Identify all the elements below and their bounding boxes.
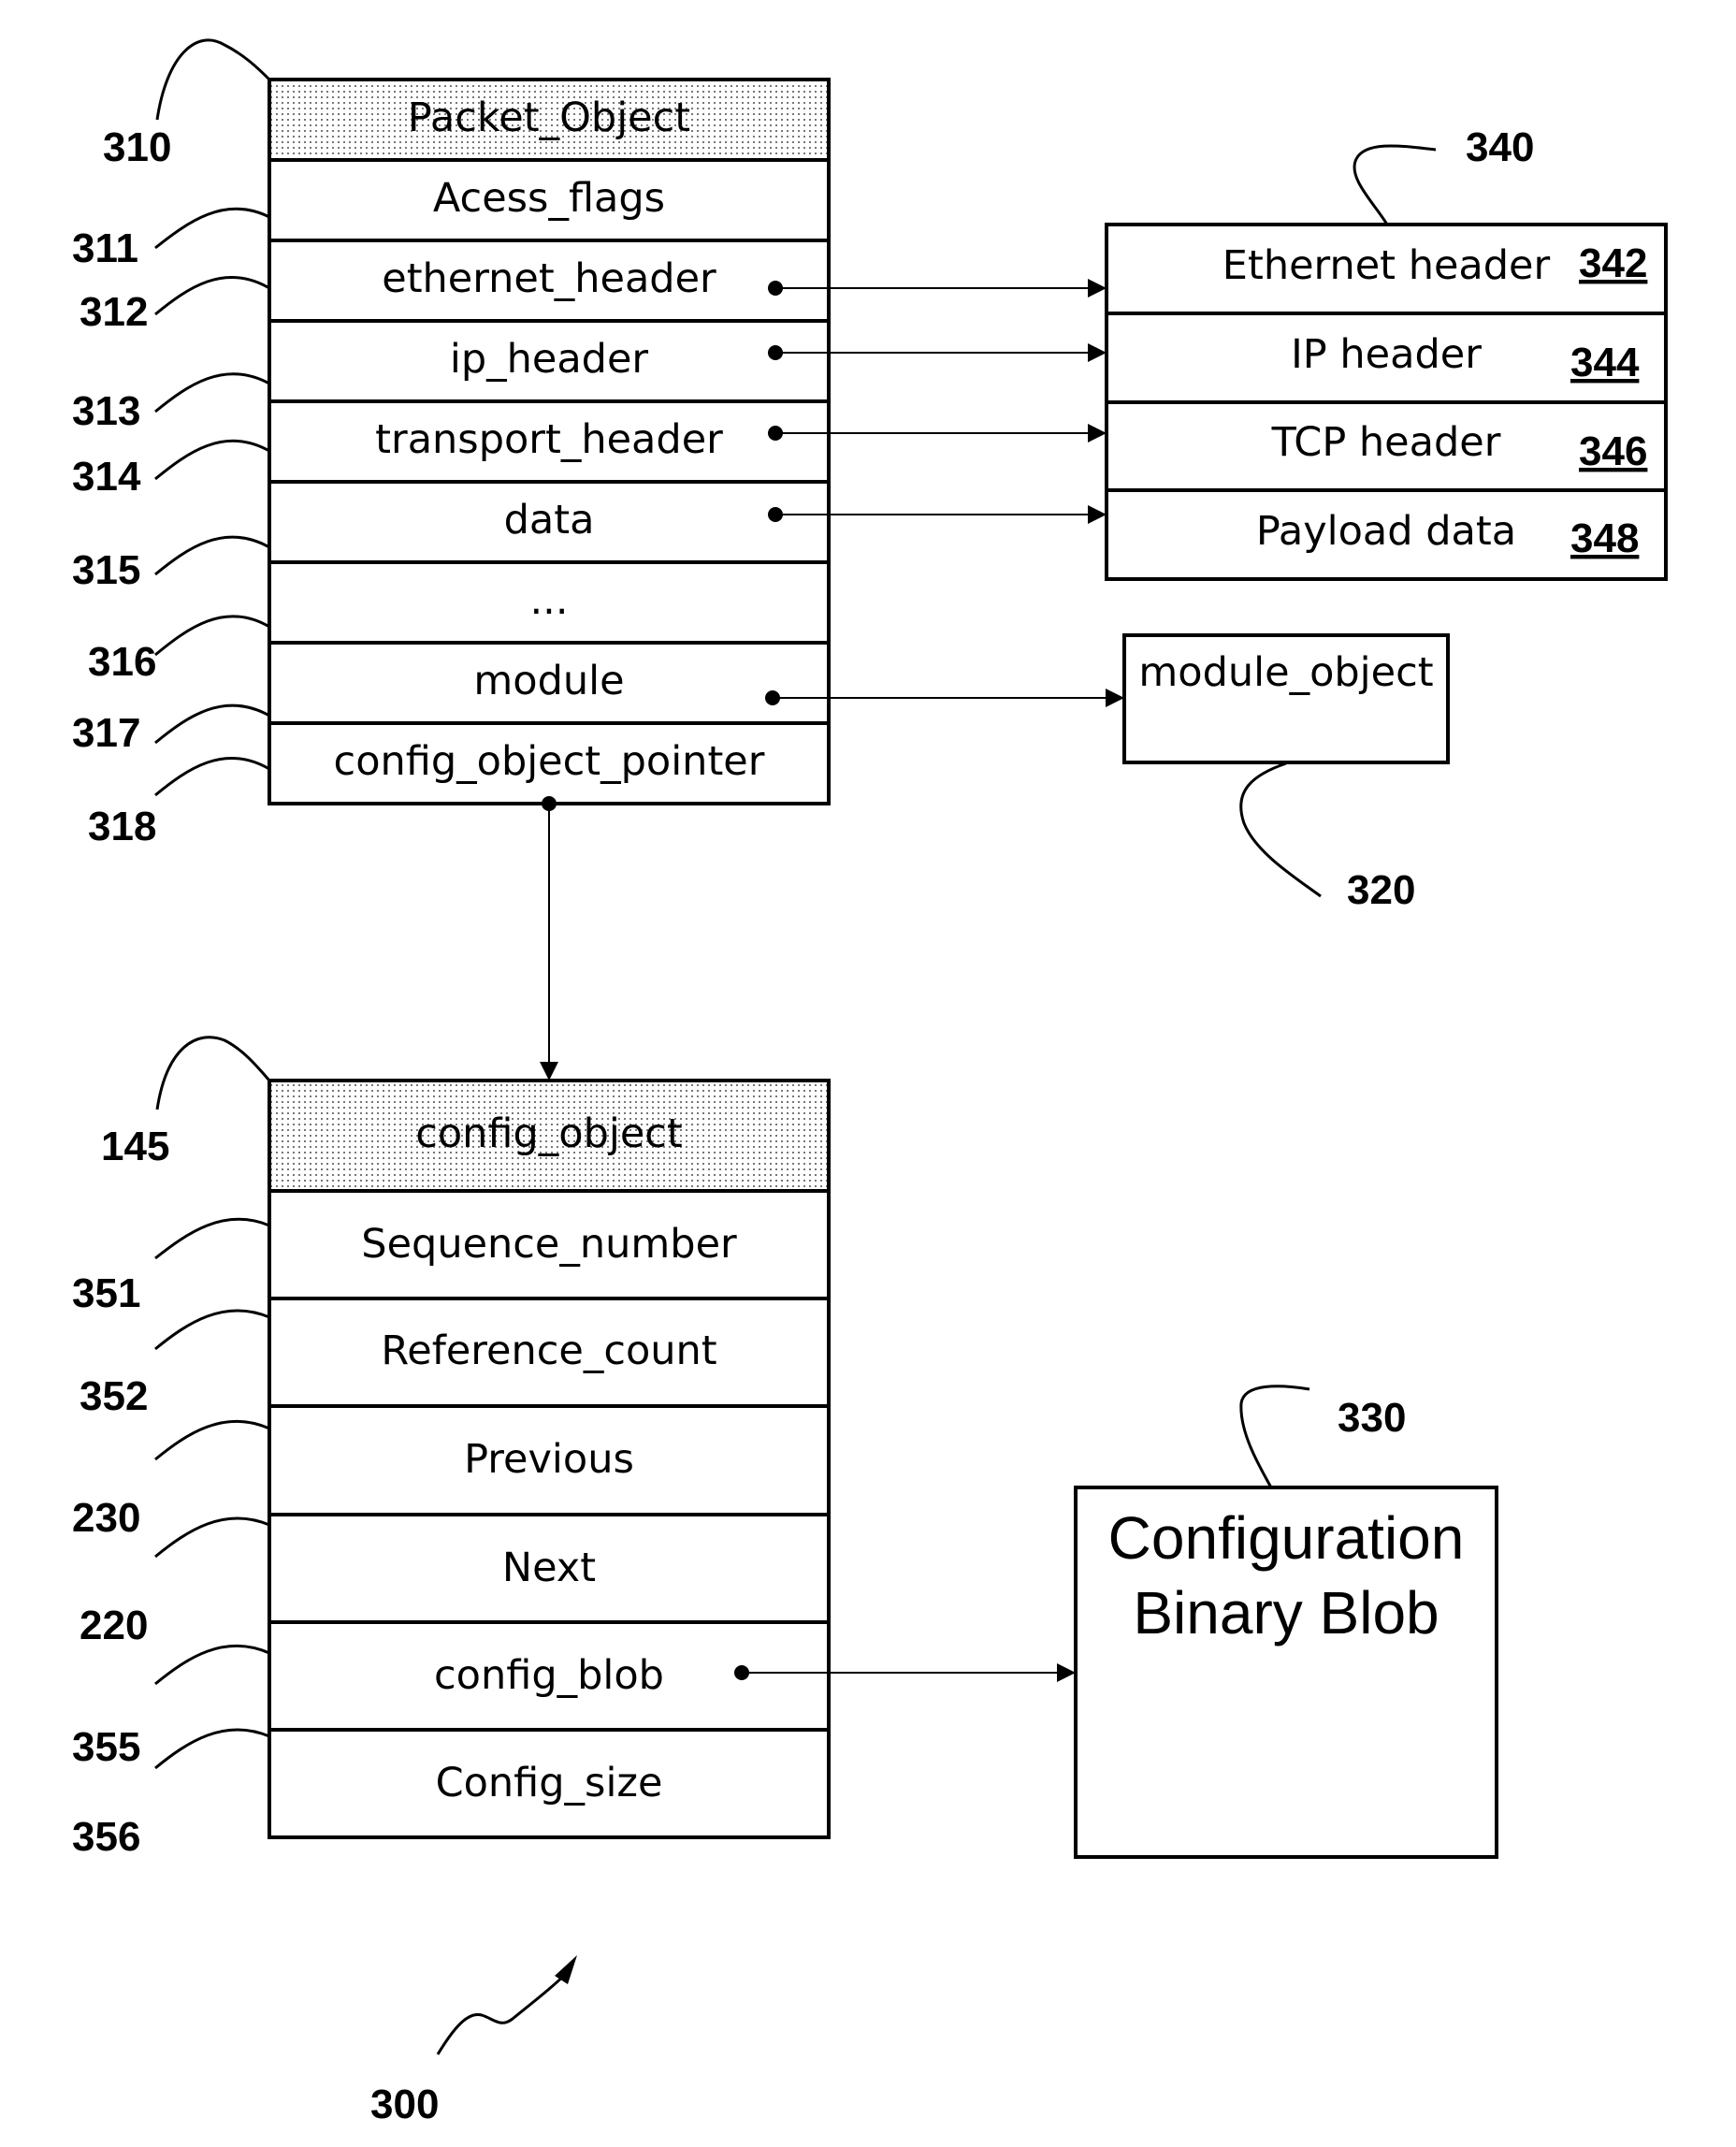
leader-line-330	[1239, 1385, 1310, 1488]
svg-text:Acess_flags: Acess_flags	[433, 175, 665, 222]
leader-line-352	[154, 1309, 270, 1351]
config-field-next[interactable]: Next	[268, 1513, 831, 1624]
svg-text:IP header: IP header	[1291, 331, 1482, 378]
packet-field-ellipsis: ...	[268, 560, 831, 645]
config-pointer-connector	[540, 796, 558, 1081]
svg-text:Next: Next	[502, 1545, 596, 1591]
module-object-label: module_object	[1138, 649, 1433, 696]
packet-field-ip-header[interactable]: ip_header	[268, 319, 831, 403]
config-object-structure: config_object Sequence_number Reference_…	[268, 1079, 831, 1839]
leader-line-320	[1239, 762, 1322, 898]
svg-text:TCP header: TCP header	[1271, 419, 1501, 466]
ref-label-311: 311	[72, 225, 138, 271]
leader-line-351	[154, 1217, 270, 1260]
buffer-row-ethernet-header[interactable]: Ethernet header 342	[1105, 223, 1668, 315]
svg-text:ip_header: ip_header	[450, 336, 649, 383]
leader-line-314	[154, 439, 270, 481]
ref-label-330: 330	[1338, 1395, 1406, 1441]
ref-label-356: 356	[72, 1814, 140, 1860]
ref-label-351: 351	[72, 1270, 140, 1316]
leader-line-317	[154, 704, 270, 745]
ref-label-145: 145	[101, 1124, 169, 1169]
ref-label-313: 313	[72, 388, 140, 434]
svg-text:344: 344	[1570, 340, 1640, 385]
packet-object-title: Packet_Object	[408, 94, 690, 141]
ref-label-220: 220	[80, 1603, 148, 1648]
ref-label-230: 230	[72, 1495, 140, 1541]
leader-line-312	[154, 275, 270, 316]
figure-pointer-arrow	[436, 1967, 572, 2055]
packet-field-ethernet-header[interactable]: ethernet_header	[268, 239, 831, 323]
svg-text:...: ...	[529, 577, 568, 624]
ref-label-318: 318	[88, 804, 156, 849]
svg-text:config_blob: config_blob	[434, 1652, 664, 1699]
config-blob-line-2: Binary Blob	[1133, 1579, 1439, 1647]
packet-object-structure: Packet_Object Acess_flags ethernet_heade…	[268, 78, 831, 805]
config-blob-line-1: Configuration	[1108, 1504, 1465, 1572]
buffer-row-tcp-header[interactable]: TCP header 346	[1105, 400, 1668, 492]
ref-label-320: 320	[1347, 867, 1415, 913]
leader-line-313	[154, 372, 270, 413]
svg-text:Ethernet header: Ethernet header	[1222, 242, 1551, 289]
leader-line-145	[155, 1036, 271, 1110]
config-object-title: config_object	[415, 1110, 683, 1157]
ref-label-316: 316	[88, 639, 156, 685]
packet-object-reference-labels: 310 311 312 313 314 315 316 317 318	[72, 38, 271, 849]
svg-text:Payload data: Payload data	[1256, 508, 1516, 555]
packet-field-data[interactable]: data	[268, 480, 831, 564]
ref-label-310: 310	[103, 124, 171, 170]
leader-line-356	[154, 1728, 270, 1770]
ref-label-355: 355	[72, 1724, 140, 1770]
svg-text:342: 342	[1579, 240, 1647, 286]
leader-line-311	[154, 207, 270, 250]
buffer-row-ip-header[interactable]: IP header 344	[1105, 312, 1668, 404]
configuration-binary-blob[interactable]: Configuration Binary Blob 330	[1074, 1385, 1498, 1859]
figure-number-label: 300	[370, 2082, 439, 2127]
svg-text:config_object_pointer: config_object_pointer	[334, 738, 765, 785]
leader-line-310	[155, 38, 271, 121]
figure-label-group: 300	[370, 1955, 577, 2127]
ref-label-314: 314	[72, 454, 141, 500]
config-field-config-size[interactable]: Config_size	[268, 1728, 831, 1839]
leader-line-230	[154, 1419, 270, 1461]
svg-text:data: data	[504, 497, 595, 544]
config-field-reference-count[interactable]: Reference_count	[268, 1297, 831, 1408]
module-object-structure[interactable]: module_object 320	[1122, 633, 1450, 913]
packet-field-transport-header[interactable]: transport_header	[268, 399, 831, 484]
svg-text:348: 348	[1570, 515, 1639, 561]
svg-text:Previous: Previous	[464, 1436, 634, 1483]
svg-text:transport_header: transport_header	[375, 416, 723, 463]
diagram-canvas: Packet_Object Acess_flags ethernet_heade…	[72, 38, 1668, 2127]
leader-line-318	[154, 756, 270, 797]
leader-line-315	[154, 535, 270, 576]
ref-label-317: 317	[72, 710, 140, 756]
ref-label-352: 352	[80, 1373, 148, 1419]
svg-text:346: 346	[1579, 428, 1647, 474]
svg-text:Sequence_number: Sequence_number	[361, 1221, 737, 1268]
config-field-previous[interactable]: Previous	[268, 1404, 831, 1516]
leader-line-355	[154, 1644, 270, 1686]
config-object-reference-labels: 145 351 352 230 220 355 356	[72, 1036, 271, 1860]
buffer-row-payload-data[interactable]: Payload data 348	[1105, 488, 1668, 581]
leader-line-220	[154, 1516, 270, 1559]
packet-field-config-object-pointer[interactable]: config_object_pointer	[268, 721, 831, 805]
ref-label-340: 340	[1466, 124, 1534, 170]
leader-line-316	[154, 615, 270, 657]
packet-field-module[interactable]: module	[268, 641, 831, 725]
svg-text:Config_size: Config_size	[436, 1760, 663, 1806]
svg-text:module: module	[473, 658, 624, 704]
svg-text:Reference_count: Reference_count	[381, 1327, 716, 1374]
leader-line-340	[1353, 144, 1437, 225]
config-field-sequence-number[interactable]: Sequence_number	[268, 1189, 831, 1300]
ref-label-312: 312	[80, 289, 148, 335]
packet-field-access-flags[interactable]: Acess_flags	[268, 158, 831, 242]
packet-buffer-structure: Ethernet header 342 IP header 344 TCP he…	[1105, 124, 1668, 581]
ref-label-315: 315	[72, 547, 140, 593]
packet-object-fields: Acess_flags ethernet_header ip_header tr…	[268, 158, 831, 805]
svg-text:ethernet_header: ethernet_header	[382, 255, 716, 302]
